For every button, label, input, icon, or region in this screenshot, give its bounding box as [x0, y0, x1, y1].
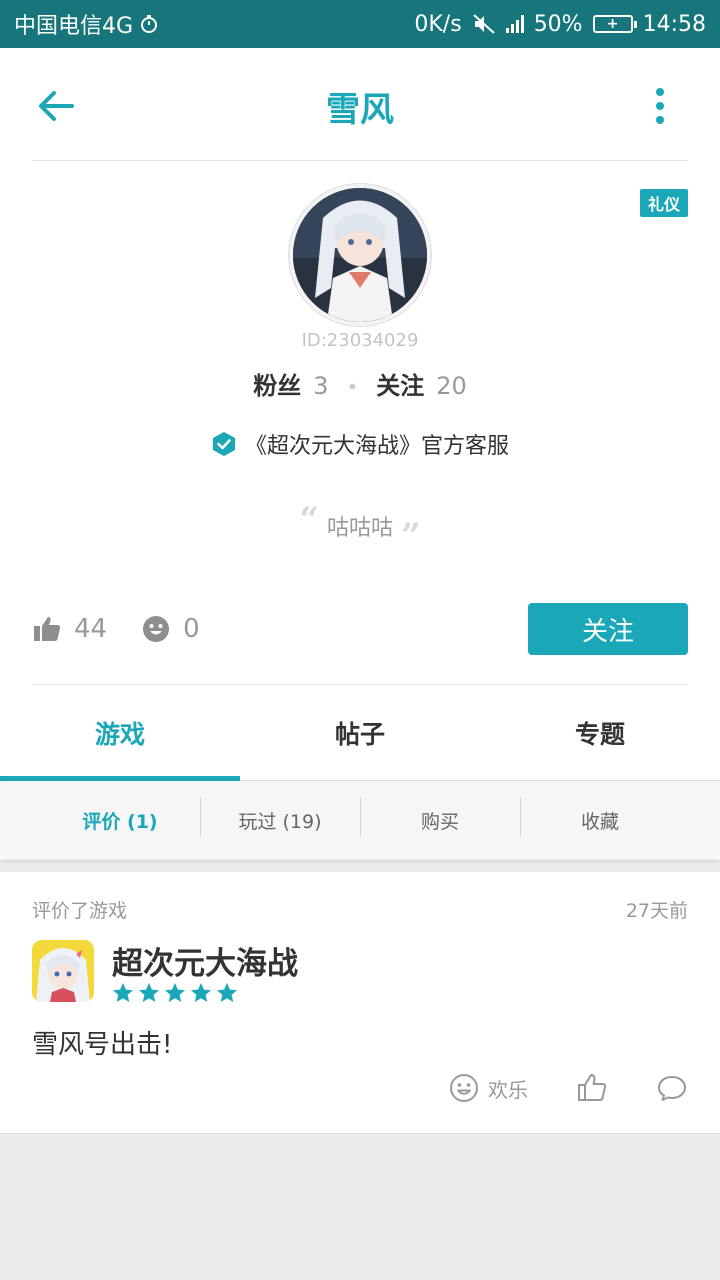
- signature-text: 咕咕咕: [326, 516, 393, 541]
- battery-percent: 50%: [533, 11, 583, 37]
- avatar[interactable]: [289, 184, 431, 326]
- verified-info: 《超次元大海战》官方客服: [0, 428, 720, 460]
- avatar-illustration: [293, 188, 427, 322]
- separator-dot: •: [346, 375, 359, 399]
- smiley-outline-icon: [450, 1074, 478, 1102]
- follow-button[interactable]: 关注: [528, 603, 688, 655]
- review-like-button[interactable]: [576, 1072, 608, 1104]
- following-count[interactable]: 20: [436, 372, 467, 400]
- fans-label[interactable]: 粉丝: [253, 366, 301, 401]
- star-icon: [217, 983, 237, 1002]
- following-label[interactable]: 关注: [376, 366, 424, 401]
- carrier-label: 中国电信4G: [14, 14, 134, 39]
- star-icon: [191, 983, 211, 1002]
- profile-actions: 44 0 关注: [32, 603, 688, 655]
- fans-count[interactable]: 3: [313, 372, 328, 400]
- game-subtabs: 评价 (1) 玩过 (19) 购买 收藏: [0, 781, 720, 859]
- header: 雪风: [0, 48, 720, 160]
- follow-stats: 粉丝 3 • 关注 20: [0, 366, 720, 401]
- verified-text: 《超次元大海战》官方客服: [244, 434, 509, 459]
- profile-card: 雪风 礼仪 ID:23034029 粉丝 3 • 关注 20 《超次元大海战》官…: [0, 48, 720, 860]
- game-name[interactable]: 超次元大海战: [112, 938, 298, 983]
- more-vertical-icon[interactable]: [640, 86, 680, 126]
- signal-icon: [505, 15, 524, 33]
- clock: 14:58: [642, 11, 706, 37]
- thumbs-up-outline-icon: [578, 1074, 607, 1101]
- game-icon-illustration: [32, 940, 94, 1002]
- thumbs-up-icon: [34, 617, 61, 641]
- page-title: 雪风: [326, 90, 394, 130]
- smile-action[interactable]: 0: [141, 614, 200, 644]
- user-id: ID:23034029: [301, 330, 419, 351]
- subtab-played[interactable]: 玩过 (19): [200, 796, 360, 837]
- etiquette-badge: 礼仪: [639, 189, 688, 217]
- signature: “ 咕咕咕 ”: [0, 500, 720, 556]
- review-time: 27天前: [625, 900, 688, 922]
- smile-count: 0: [183, 614, 200, 644]
- smiley-icon: [143, 616, 170, 642]
- mute-icon: [473, 14, 495, 34]
- verified-shield-icon: [212, 432, 235, 456]
- divider: [32, 160, 688, 161]
- star-icon: [113, 983, 133, 1002]
- happy-reaction-button[interactable]: 欢乐: [448, 1072, 528, 1104]
- comment-bubble-icon: [658, 1076, 686, 1101]
- review-comment-button[interactable]: [656, 1072, 688, 1104]
- network-speed: 0K/s: [414, 11, 462, 37]
- subtab-reviews[interactable]: 评价 (1): [40, 807, 200, 834]
- like-count: 44: [74, 614, 108, 644]
- subtab-purchased[interactable]: 购买: [360, 796, 520, 837]
- content-tabs: 游戏 帖子 专题: [0, 685, 720, 781]
- close-quote-icon: ”: [401, 516, 421, 556]
- rating-stars: [112, 982, 238, 1004]
- open-quote-icon: “: [299, 500, 319, 540]
- game-icon[interactable]: [32, 940, 94, 1002]
- review-text: 雪风号出击!: [32, 1030, 173, 1060]
- star-icon: [165, 983, 185, 1002]
- like-action[interactable]: 44: [32, 614, 107, 644]
- tab-topics[interactable]: 专题: [480, 685, 720, 780]
- tab-games[interactable]: 游戏: [0, 685, 240, 781]
- battery-icon: +: [592, 15, 637, 33]
- happy-label: 欢乐: [488, 1077, 528, 1102]
- review-card[interactable]: 评价了游戏 27天前 超次元大海战 雪风号出击! 欢乐: [0, 872, 720, 1134]
- subtab-favorites[interactable]: 收藏: [520, 796, 680, 837]
- review-actions: 欢乐: [400, 1072, 688, 1104]
- timer-icon: [141, 15, 158, 33]
- tab-posts[interactable]: 帖子: [240, 685, 480, 780]
- status-bar: 中国电信4G 0K/s 50% + 14:58: [0, 0, 720, 48]
- star-icon: [139, 983, 159, 1002]
- review-type: 评价了游戏: [32, 900, 128, 922]
